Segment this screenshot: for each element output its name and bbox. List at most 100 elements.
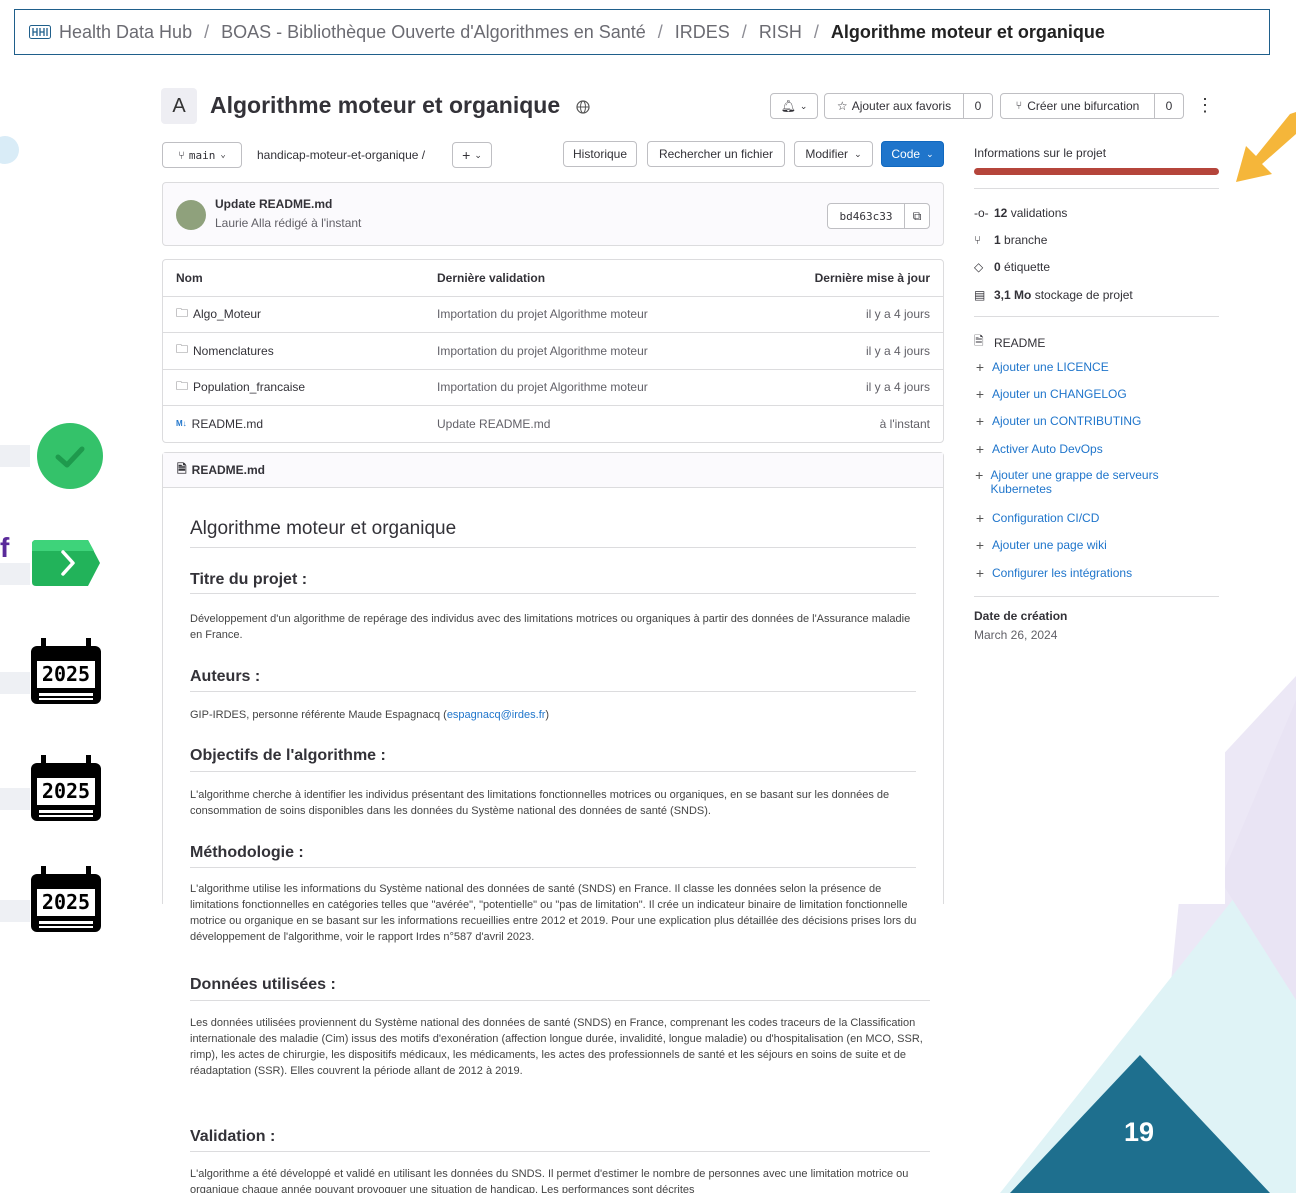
sidebar-stat-tags[interactable]: ◇ 0 étiquette: [974, 260, 1050, 274]
column-header: Dernière mise à jour: [814, 270, 930, 285]
calendar-year: 2025: [41, 662, 91, 686]
chevron-right-icon: [32, 540, 100, 586]
sidebar-link[interactable]: + Ajouter un CHANGELOG: [974, 386, 1127, 402]
plus-icon: +: [975, 537, 985, 553]
file-commit[interactable]: Importation du projet Algorithme moteur: [437, 307, 648, 321]
health-data-hub-logo-icon: [29, 25, 51, 39]
divider: [190, 547, 916, 548]
history-button[interactable]: Historique: [563, 141, 637, 167]
readme-title: Algorithme moteur et organique: [190, 518, 457, 539]
section-heading: Données utilisées :: [190, 976, 336, 993]
code-dropdown-button[interactable]: Code ⌄: [881, 141, 944, 167]
branch-icon: ⑂: [974, 233, 982, 247]
edit-dropdown-button[interactable]: Modifier ⌄: [794, 141, 873, 167]
left-strip: [0, 672, 30, 694]
branch-icon: ⑂: [178, 148, 185, 162]
sidebar-title: Informations sur le projet: [974, 146, 1107, 160]
table-row[interactable]: 🗀︎ Population_francaise Importation du pr…: [163, 368, 943, 406]
folder-icon: 🗀︎: [176, 305, 189, 320]
breadcrumb: Health Data Hub / BOAS - Bibliothèque Ou…: [14, 9, 1270, 55]
breadcrumb-separator: /: [741, 21, 747, 42]
sidebar-highlight-bar: [974, 168, 1219, 175]
table-row[interactable]: 🗀︎ Nomenclatures Importation du projet Al…: [163, 332, 943, 369]
page-number: 19: [1124, 1117, 1155, 1147]
section-text: L'algorithme cherche à identifier les in…: [190, 789, 890, 817]
fork-button[interactable]: ⑂ Créer une bifurcation: [1000, 93, 1155, 119]
breadcrumb-item[interactable]: Health Data Hub: [59, 22, 192, 43]
readme-filename[interactable]: README.md: [192, 463, 265, 477]
globe-icon: [576, 100, 590, 114]
slide-letter: f: [0, 532, 10, 563]
last-commit-box: Update README.md Laurie Alla rédigé à l'…: [162, 182, 944, 246]
sidebar-link[interactable]: + Ajouter un CONTRIBUTING: [974, 413, 1141, 429]
breadcrumb-item[interactable]: IRDES: [675, 22, 730, 43]
more-actions-icon[interactable]: ⋮: [1196, 95, 1214, 116]
file-name[interactable]: Algo_Moteur: [193, 307, 261, 321]
breadcrumb-current: Algorithme moteur et organique: [830, 21, 1105, 42]
column-header: Nom: [176, 270, 203, 285]
section-heading: Objectifs de l'algorithme :: [190, 747, 386, 764]
pointer-arrow-icon: [1236, 112, 1296, 182]
add-dropdown-button[interactable]: + ⌄: [452, 142, 492, 168]
file-name[interactable]: Nomenclatures: [193, 344, 274, 358]
sidebar-link[interactable]: + Activer Auto DevOps: [974, 441, 1103, 457]
section-text: L'algorithme a été développé et validé e…: [190, 1168, 909, 1193]
divider: [190, 1000, 930, 1001]
divider: [974, 188, 1219, 189]
chevron-down-icon: ⌄: [220, 150, 226, 160]
file-name[interactable]: README.md: [192, 417, 263, 431]
copy-sha-button[interactable]: ⧉: [904, 203, 930, 229]
branch-selector[interactable]: ⑂ main ⌄: [162, 142, 242, 168]
commit-sha[interactable]: bd463c33: [827, 203, 905, 229]
section-heading: Méthodologie :: [190, 844, 304, 861]
file-commit[interactable]: Importation du projet Algorithme moteur: [437, 380, 648, 394]
file-icon: 🗎︎: [974, 334, 984, 348]
breadcrumb-separator: /: [657, 21, 663, 42]
file-commit[interactable]: Importation du projet Algorithme moteur: [437, 344, 648, 358]
table-row[interactable]: M↓ README.md Update README.md à l'instant: [163, 405, 943, 442]
commit-author: Laurie Alla rédigé à l'instant: [215, 216, 362, 230]
star-count[interactable]: 0: [963, 93, 993, 119]
left-strip: [0, 788, 30, 810]
email-link[interactable]: espagnacq@irdes.fr: [447, 709, 546, 721]
project-avatar: A: [161, 88, 197, 124]
plus-icon: +: [975, 510, 985, 526]
file-updated: à l'instant: [879, 416, 930, 431]
find-file-button[interactable]: Rechercher un fichier: [647, 141, 785, 167]
file-updated: il y a 4 jours: [865, 380, 930, 395]
sidebar-link[interactable]: + Ajouter une page wiki: [974, 537, 1107, 553]
tag-icon: ◇: [974, 260, 984, 274]
chevron-down-icon: ⌄: [799, 100, 808, 111]
notifications-button[interactable]: 🔔︎ ⌄: [770, 93, 818, 119]
sidebar-link[interactable]: + Configurer les intégrations: [974, 565, 1132, 581]
table-row[interactable]: 🗀︎ Algo_Moteur Importation du projet Algo…: [163, 295, 943, 333]
star-button[interactable]: ☆ Ajouter aux favoris: [824, 93, 964, 119]
file-updated: il y a 4 jours: [865, 343, 930, 358]
section-text: Les données utilisées proviennent du Sys…: [190, 1017, 923, 1077]
plus-icon: +: [975, 565, 985, 581]
plus-icon: +: [975, 359, 985, 375]
sidebar-stat-branches[interactable]: ⑂ 1 branche: [974, 233, 1047, 247]
sidebar-readme[interactable]: 🗎︎ README: [974, 332, 1045, 353]
repo-path[interactable]: handicap-moteur-et-organique /: [257, 148, 425, 162]
file-updated: il y a 4 jours: [865, 307, 930, 322]
chevron-down-icon: ⌄: [854, 148, 862, 159]
sidebar-link[interactable]: + Configuration CI/CD: [974, 510, 1099, 526]
file-table: Nom Dernière validation Dernière mise à …: [162, 259, 944, 443]
sidebar-link[interactable]: + Ajouter une LICENCE: [974, 359, 1109, 375]
fork-count[interactable]: 0: [1154, 93, 1184, 119]
markdown-icon: M↓: [176, 419, 187, 429]
author-avatar[interactable]: [176, 200, 206, 230]
calendar-icon: 2025: [31, 638, 101, 704]
commit-message[interactable]: Update README.md: [215, 197, 332, 211]
created-date: March 26, 2024: [974, 628, 1058, 642]
breadcrumb-item[interactable]: RISH: [759, 22, 802, 43]
sidebar-link[interactable]: + Ajouter une grappe de serveurs Kubernet…: [974, 468, 1194, 496]
commit-icon: -o-: [974, 206, 989, 220]
file-name[interactable]: Population_francaise: [193, 380, 305, 394]
storage-icon: ▤: [974, 288, 986, 302]
sidebar-stat-commits[interactable]: -o- 12 validations: [974, 206, 1067, 220]
breadcrumb-item[interactable]: BOAS - Bibliothèque Ouverte d'Algorithme…: [221, 22, 646, 43]
sidebar-stat-storage[interactable]: ▤ 3,1 Mo stockage de projet: [974, 288, 1133, 302]
file-commit[interactable]: Update README.md: [437, 417, 550, 431]
